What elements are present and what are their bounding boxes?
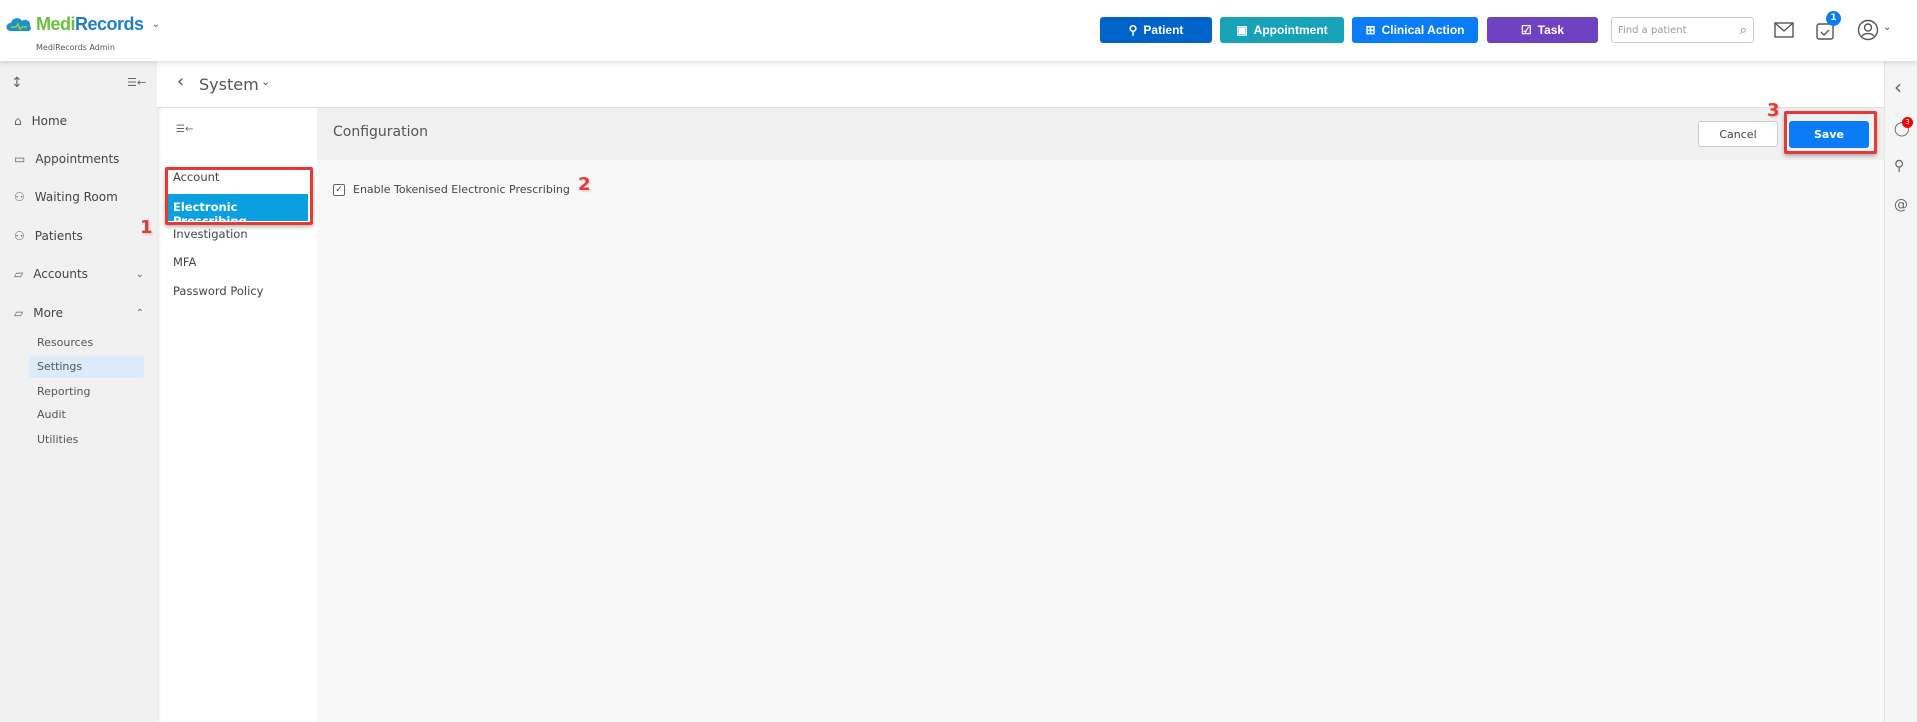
right-rail: ‹ ◯ 3 ⚲ @ bbox=[1884, 61, 1917, 722]
medical-bag-icon: ⊞ bbox=[1365, 23, 1376, 37]
brand-subtitle: MediRecords Admin bbox=[36, 43, 115, 52]
button-label: Patient bbox=[1143, 23, 1184, 37]
clinical-action-button[interactable]: ⊞ Clinical Action bbox=[1352, 17, 1478, 43]
sidebar-item-label: Waiting Room bbox=[34, 190, 118, 204]
subnav-item-password-policy[interactable]: Password Policy bbox=[173, 284, 263, 298]
users-icon: ⚇ bbox=[14, 190, 25, 204]
button-label: Appointment bbox=[1253, 23, 1328, 37]
search-placeholder: Find a patient bbox=[1618, 24, 1687, 36]
sidebar-item-patients[interactable]: ⚇ Patients bbox=[14, 229, 144, 243]
back-chevron-icon[interactable]: ‹ bbox=[177, 71, 184, 92]
section-title: Configuration bbox=[333, 124, 428, 140]
subnav-item-investigation[interactable]: Investigation bbox=[173, 227, 248, 241]
content-area bbox=[317, 108, 1884, 722]
top-header: MediRecords ⌄ MediRecords Admin ⚲ Patient… bbox=[0, 0, 1917, 61]
search-icon: ⌕ bbox=[1739, 22, 1747, 38]
sidebar-item-label: Patients bbox=[34, 229, 83, 243]
annotation-highlight-1 bbox=[165, 167, 313, 225]
annotation-number-2: 2 bbox=[578, 174, 591, 195]
home-icon: ⌂ bbox=[14, 114, 22, 128]
calendar-add-icon: ▣ bbox=[1236, 23, 1248, 37]
chevron-down-icon[interactable]: ⌄ bbox=[152, 19, 160, 30]
collapse-subnav-icon[interactable]: ☰← bbox=[176, 124, 193, 135]
button-label: Task bbox=[1537, 23, 1565, 37]
brand-name-1: Medi bbox=[36, 14, 76, 34]
user-menu-chevron-icon[interactable]: ⌄ bbox=[1883, 22, 1891, 33]
folder-plus-icon: ▱ bbox=[14, 306, 24, 320]
sidebar-item-appointments[interactable]: ▭ Appointments bbox=[14, 152, 144, 166]
brand-logo[interactable]: MediRecords ⌄ bbox=[6, 14, 160, 35]
annotation-highlight-3 bbox=[1784, 111, 1877, 154]
enable-tokenised-checkbox[interactable]: ✓ bbox=[333, 184, 345, 196]
chevron-down-icon: ⌄ bbox=[135, 268, 144, 280]
configuration-header: Configuration Cancel Save bbox=[317, 108, 1884, 160]
page-title[interactable]: System bbox=[199, 75, 259, 94]
sidebar-subitem-settings[interactable]: Settings bbox=[37, 360, 82, 373]
mail-icon[interactable] bbox=[1774, 22, 1794, 38]
subnav-item-mfa[interactable]: MFA bbox=[173, 255, 196, 269]
annotation-number-1: 1 bbox=[140, 217, 153, 238]
sidebar-item-label: Home bbox=[31, 114, 68, 128]
expand-vertical-icon[interactable]: ↕ bbox=[11, 75, 23, 91]
sidebar-item-home[interactable]: ⌂ Home bbox=[14, 114, 144, 128]
clipboard-check-icon: ☑ bbox=[1520, 23, 1532, 37]
sidebar-item-label: Appointments bbox=[35, 152, 120, 166]
cancel-button[interactable]: Cancel bbox=[1698, 121, 1778, 147]
sidebar-item-label: More bbox=[33, 306, 63, 320]
chat-badge: 3 bbox=[1902, 117, 1913, 128]
patients-icon: ⚇ bbox=[14, 229, 25, 243]
pin-icon[interactable]: ⚲ bbox=[1894, 158, 1904, 174]
cloud-logo-icon bbox=[6, 17, 31, 31]
sidebar-item-accounts[interactable]: ▱ Accounts ⌄ bbox=[14, 267, 144, 281]
sidebar-subitem-reporting[interactable]: Reporting bbox=[37, 385, 90, 398]
folder-icon: ▱ bbox=[14, 267, 24, 281]
patient-search-input[interactable]: Find a patient ⌕ bbox=[1611, 17, 1754, 43]
sidebar-subitem-resources[interactable]: Resources bbox=[37, 336, 93, 349]
page-title-bar: ‹ System ⌄ bbox=[157, 61, 1884, 108]
user-avatar-icon[interactable] bbox=[1857, 19, 1879, 41]
title-chevron-down-icon[interactable]: ⌄ bbox=[261, 75, 270, 88]
new-task-button[interactable]: ☑ Task bbox=[1487, 17, 1598, 43]
sidebar-item-label: Accounts bbox=[33, 267, 88, 281]
collapse-sidebar-icon[interactable]: ☰← bbox=[127, 76, 146, 89]
checkbox-label: Enable Tokenised Electronic Prescribing bbox=[353, 183, 570, 196]
sidebar-subitem-utilities[interactable]: Utilities bbox=[37, 433, 78, 446]
new-patient-button[interactable]: ⚲ Patient bbox=[1100, 17, 1212, 43]
sidebar-item-more[interactable]: ▱ More ⌃ bbox=[14, 306, 144, 320]
person-add-icon: ⚲ bbox=[1128, 23, 1138, 37]
collapse-rail-chevron-icon[interactable]: ‹ bbox=[1894, 75, 1902, 99]
calendar-icon: ▭ bbox=[14, 152, 26, 166]
tasks-badge: 1 bbox=[1826, 11, 1841, 26]
annotation-number-3: 3 bbox=[1767, 100, 1780, 121]
sidebar-item-waiting-room[interactable]: ⚇ Waiting Room bbox=[14, 190, 144, 204]
mention-icon[interactable]: @ bbox=[1894, 197, 1908, 213]
sidebar-subitem-audit[interactable]: Audit bbox=[37, 408, 66, 421]
new-appointment-button[interactable]: ▣ Appointment bbox=[1220, 17, 1344, 43]
brand-name-2: Records bbox=[75, 14, 144, 34]
button-label: Clinical Action bbox=[1381, 23, 1465, 37]
chevron-up-icon: ⌃ bbox=[135, 307, 144, 319]
